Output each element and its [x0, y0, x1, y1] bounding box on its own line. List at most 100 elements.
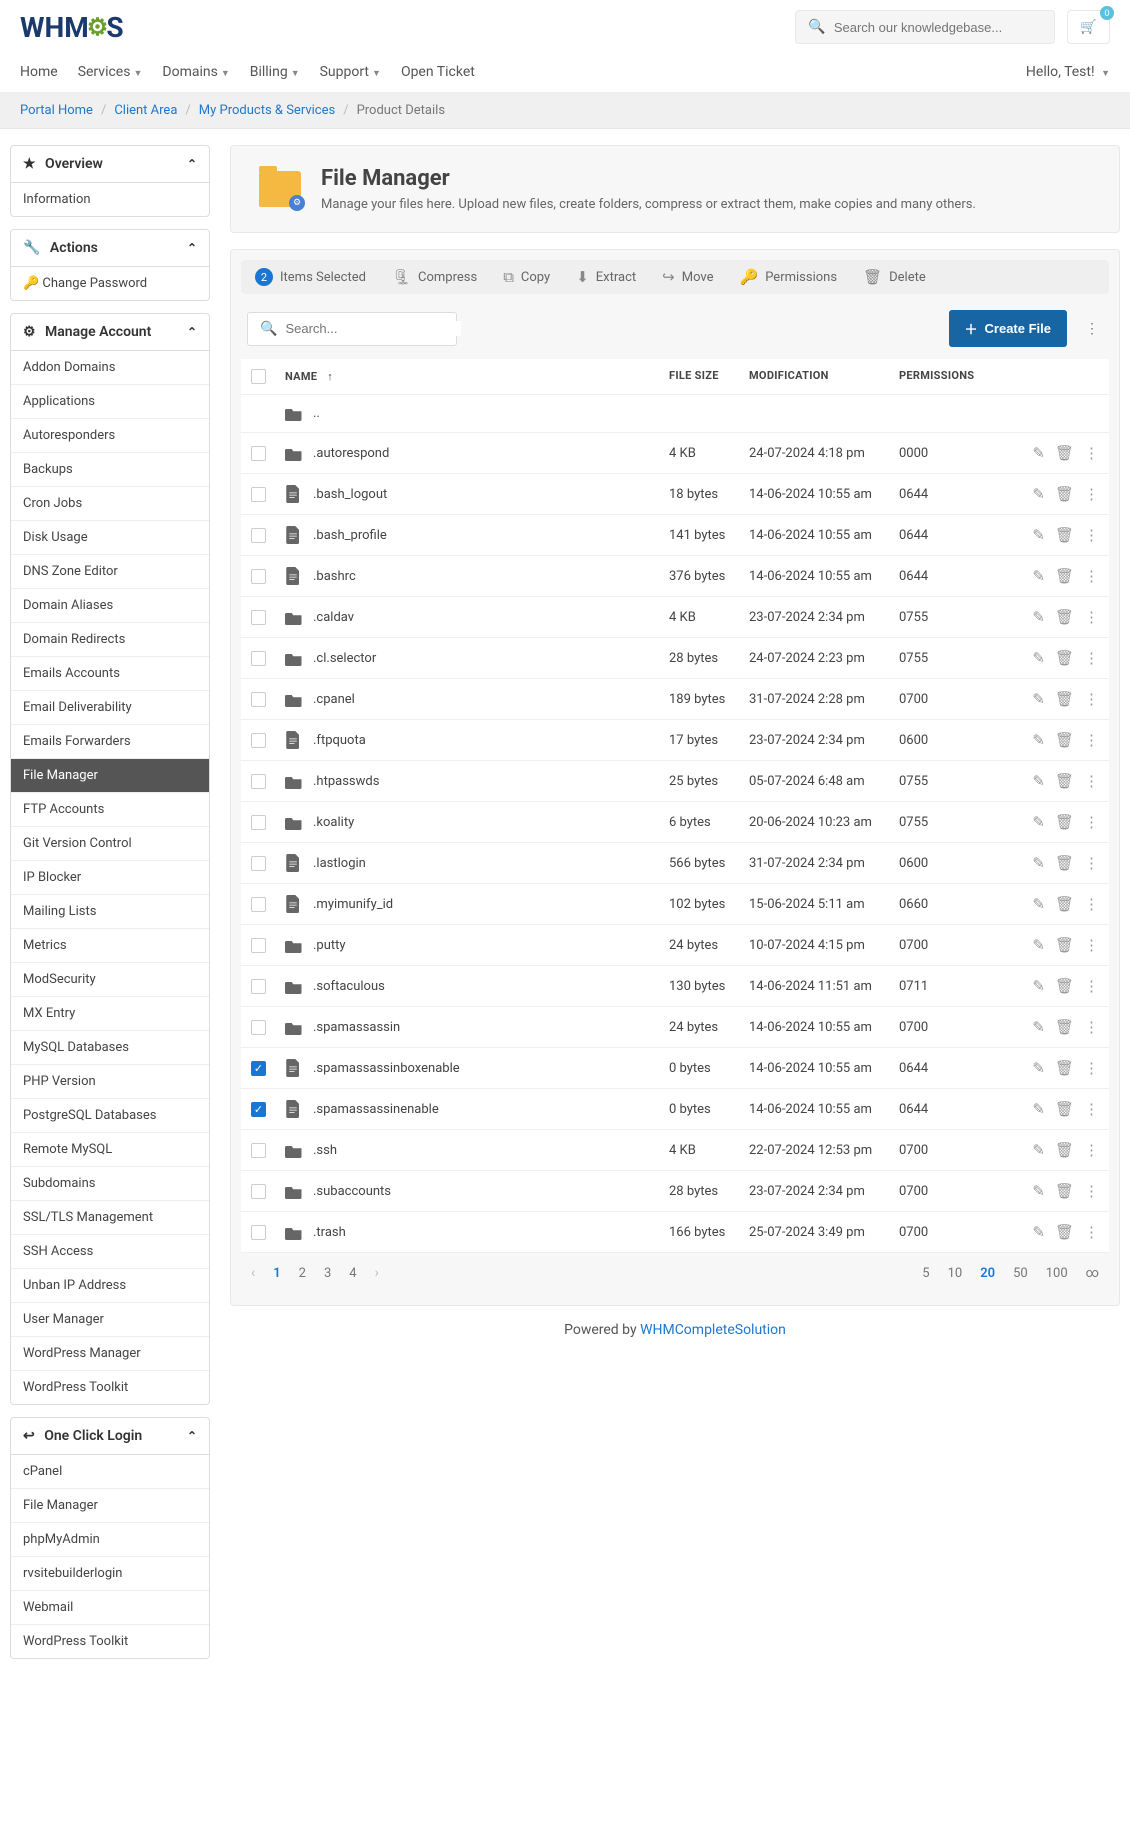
page-next[interactable]: › [375, 1265, 379, 1281]
panel-head-overview[interactable]: ★ Overview⌃ [11, 146, 209, 183]
more-vert-icon[interactable]: ⋮ [1084, 772, 1099, 790]
table-row[interactable]: ✓.spamassassinenable0 bytes14-06-2024 10… [241, 1089, 1109, 1130]
edit-icon[interactable]: ✎ [1032, 567, 1045, 585]
table-row[interactable]: .subaccounts28 bytes23-07-2024 2:34 pm07… [241, 1171, 1109, 1212]
page-3[interactable]: 3 [324, 1266, 331, 1281]
more-vert-icon[interactable]: ⋮ [1084, 444, 1099, 462]
trash-icon[interactable]: 🗑 [1055, 444, 1074, 462]
sidebar-item-file-manager[interactable]: File Manager [11, 758, 209, 792]
table-row[interactable]: .bash_profile141 bytes14-06-2024 10:55 a… [241, 515, 1109, 556]
column-modification[interactable]: MODIFICATION [749, 369, 899, 384]
more-vert-icon[interactable]: ⋮ [1084, 1018, 1099, 1036]
select-all-checkbox[interactable] [251, 369, 266, 384]
sidebar-item-git-version-control[interactable]: Git Version Control [11, 826, 209, 860]
table-row[interactable]: .koality6 bytes20-06-2024 10:23 am0755✎🗑… [241, 802, 1109, 843]
row-checkbox[interactable] [251, 610, 266, 625]
row-checkbox[interactable] [251, 1184, 266, 1199]
nav-services[interactable]: Services▼ [78, 64, 143, 80]
breadcrumb-item[interactable]: My Products & Services [199, 103, 335, 118]
edit-icon[interactable]: ✎ [1032, 936, 1045, 954]
row-checkbox[interactable] [251, 692, 266, 707]
trash-icon[interactable]: 🗑 [1055, 1100, 1074, 1118]
sidebar-item-subdomains[interactable]: Subdomains [11, 1166, 209, 1200]
row-checkbox[interactable] [251, 569, 266, 584]
row-checkbox[interactable] [251, 897, 266, 912]
row-checkbox[interactable] [251, 856, 266, 871]
trash-icon[interactable]: 🗑 [1055, 1141, 1074, 1159]
nav-billing[interactable]: Billing▼ [250, 64, 300, 80]
trash-icon[interactable]: 🗑 [1055, 813, 1074, 831]
more-vert-icon[interactable]: ⋮ [1084, 1141, 1099, 1159]
trash-icon[interactable]: 🗑 [1055, 1018, 1074, 1036]
sidebar-item-unban-ip-address[interactable]: Unban IP Address [11, 1268, 209, 1302]
permissions-button[interactable]: 🔑Permissions [740, 268, 838, 286]
edit-icon[interactable]: ✎ [1032, 608, 1045, 626]
row-checkbox[interactable]: ✓ [251, 1102, 266, 1117]
trash-icon[interactable]: 🗑 [1055, 895, 1074, 913]
more-vert-icon[interactable]: ⋮ [1084, 1100, 1099, 1118]
sidebar-item-mailing-lists[interactable]: Mailing Lists [11, 894, 209, 928]
row-checkbox[interactable] [251, 774, 266, 789]
more-vert-icon[interactable]: ⋮ [1084, 854, 1099, 872]
file-search-input[interactable] [285, 321, 461, 336]
knowledgebase-search[interactable]: 🔍 [795, 10, 1055, 44]
row-checkbox[interactable] [251, 487, 266, 502]
table-row[interactable]: .bashrc376 bytes14-06-2024 10:55 am0644✎… [241, 556, 1109, 597]
sidebar-item-php-version[interactable]: PHP Version [11, 1064, 209, 1098]
table-row[interactable]: .lastlogin566 bytes31-07-2024 2:34 pm060… [241, 843, 1109, 884]
table-row[interactable]: .ftpquota17 bytes23-07-2024 2:34 pm0600✎… [241, 720, 1109, 761]
edit-icon[interactable]: ✎ [1032, 444, 1045, 462]
edit-icon[interactable]: ✎ [1032, 526, 1045, 544]
sidebar-item-postgresql-databases[interactable]: PostgreSQL Databases [11, 1098, 209, 1132]
row-checkbox[interactable] [251, 979, 266, 994]
delete-button[interactable]: 🗑Delete [863, 268, 926, 286]
more-vert-icon[interactable]: ⋮ [1084, 526, 1099, 544]
sidebar-item-autoresponders[interactable]: Autoresponders [11, 418, 209, 452]
row-checkbox[interactable] [251, 651, 266, 666]
logo[interactable]: WHM⚙S [20, 11, 124, 44]
table-row[interactable]: .ssh4 KB22-07-2024 12:53 pm0700✎🗑⋮ [241, 1130, 1109, 1171]
sidebar-item-domain-redirects[interactable]: Domain Redirects [11, 622, 209, 656]
edit-icon[interactable]: ✎ [1032, 1059, 1045, 1077]
edit-icon[interactable]: ✎ [1032, 854, 1045, 872]
sidebar-item-ip-blocker[interactable]: IP Blocker [11, 860, 209, 894]
table-row[interactable]: .putty24 bytes10-07-2024 4:15 pm0700✎🗑⋮ [241, 925, 1109, 966]
sidebar-item-file-manager[interactable]: File Manager [11, 1488, 209, 1522]
table-row[interactable]: ✓.spamassassinboxenable0 bytes14-06-2024… [241, 1048, 1109, 1089]
row-checkbox[interactable] [251, 528, 266, 543]
table-row[interactable]: .htpasswds25 bytes05-07-2024 6:48 am0755… [241, 761, 1109, 802]
panel-head-manage-account[interactable]: ⚙ Manage Account⌃ [11, 314, 209, 351]
more-vert-icon[interactable]: ⋮ [1084, 936, 1099, 954]
trash-icon[interactable]: 🗑 [1055, 649, 1074, 667]
sidebar-item-user-manager[interactable]: User Manager [11, 1302, 209, 1336]
row-checkbox[interactable] [251, 938, 266, 953]
more-menu-button[interactable]: ⋮ [1081, 317, 1103, 341]
row-checkbox[interactable]: ✓ [251, 1061, 266, 1076]
page-1[interactable]: 1 [273, 1266, 280, 1281]
trash-icon[interactable]: 🗑 [1055, 1223, 1074, 1241]
sidebar-item-mx-entry[interactable]: MX Entry [11, 996, 209, 1030]
table-row[interactable]: .myimunify_id102 bytes15-06-2024 5:11 am… [241, 884, 1109, 925]
pagesize-5[interactable]: 5 [922, 1266, 929, 1281]
nav-domains[interactable]: Domains▼ [162, 64, 229, 80]
table-row[interactable]: .. [241, 395, 1109, 433]
sidebar-item-metrics[interactable]: Metrics [11, 928, 209, 962]
breadcrumb-item[interactable]: Portal Home [20, 103, 93, 118]
pagesize-∞[interactable]: ∞ [1086, 1266, 1099, 1281]
sidebar-item-email-deliverability[interactable]: Email Deliverability [11, 690, 209, 724]
table-row[interactable]: .cl.selector28 bytes24-07-2024 2:23 pm07… [241, 638, 1109, 679]
sidebar-item-modsecurity[interactable]: ModSecurity [11, 962, 209, 996]
sidebar-item-change-password[interactable]: 🔑 Change Password [11, 267, 209, 300]
move-button[interactable]: ↪Move [662, 268, 713, 286]
more-vert-icon[interactable]: ⋮ [1084, 1223, 1099, 1241]
trash-icon[interactable]: 🗑 [1055, 567, 1074, 585]
trash-icon[interactable]: 🗑 [1055, 608, 1074, 626]
breadcrumb-item[interactable]: Client Area [114, 103, 177, 118]
column-permissions[interactable]: PERMISSIONS [899, 369, 999, 384]
table-row[interactable]: .bash_logout18 bytes14-06-2024 10:55 am0… [241, 474, 1109, 515]
edit-icon[interactable]: ✎ [1032, 649, 1045, 667]
trash-icon[interactable]: 🗑 [1055, 936, 1074, 954]
sidebar-item-domain-aliases[interactable]: Domain Aliases [11, 588, 209, 622]
pagesize-20[interactable]: 20 [980, 1266, 995, 1281]
more-vert-icon[interactable]: ⋮ [1084, 690, 1099, 708]
